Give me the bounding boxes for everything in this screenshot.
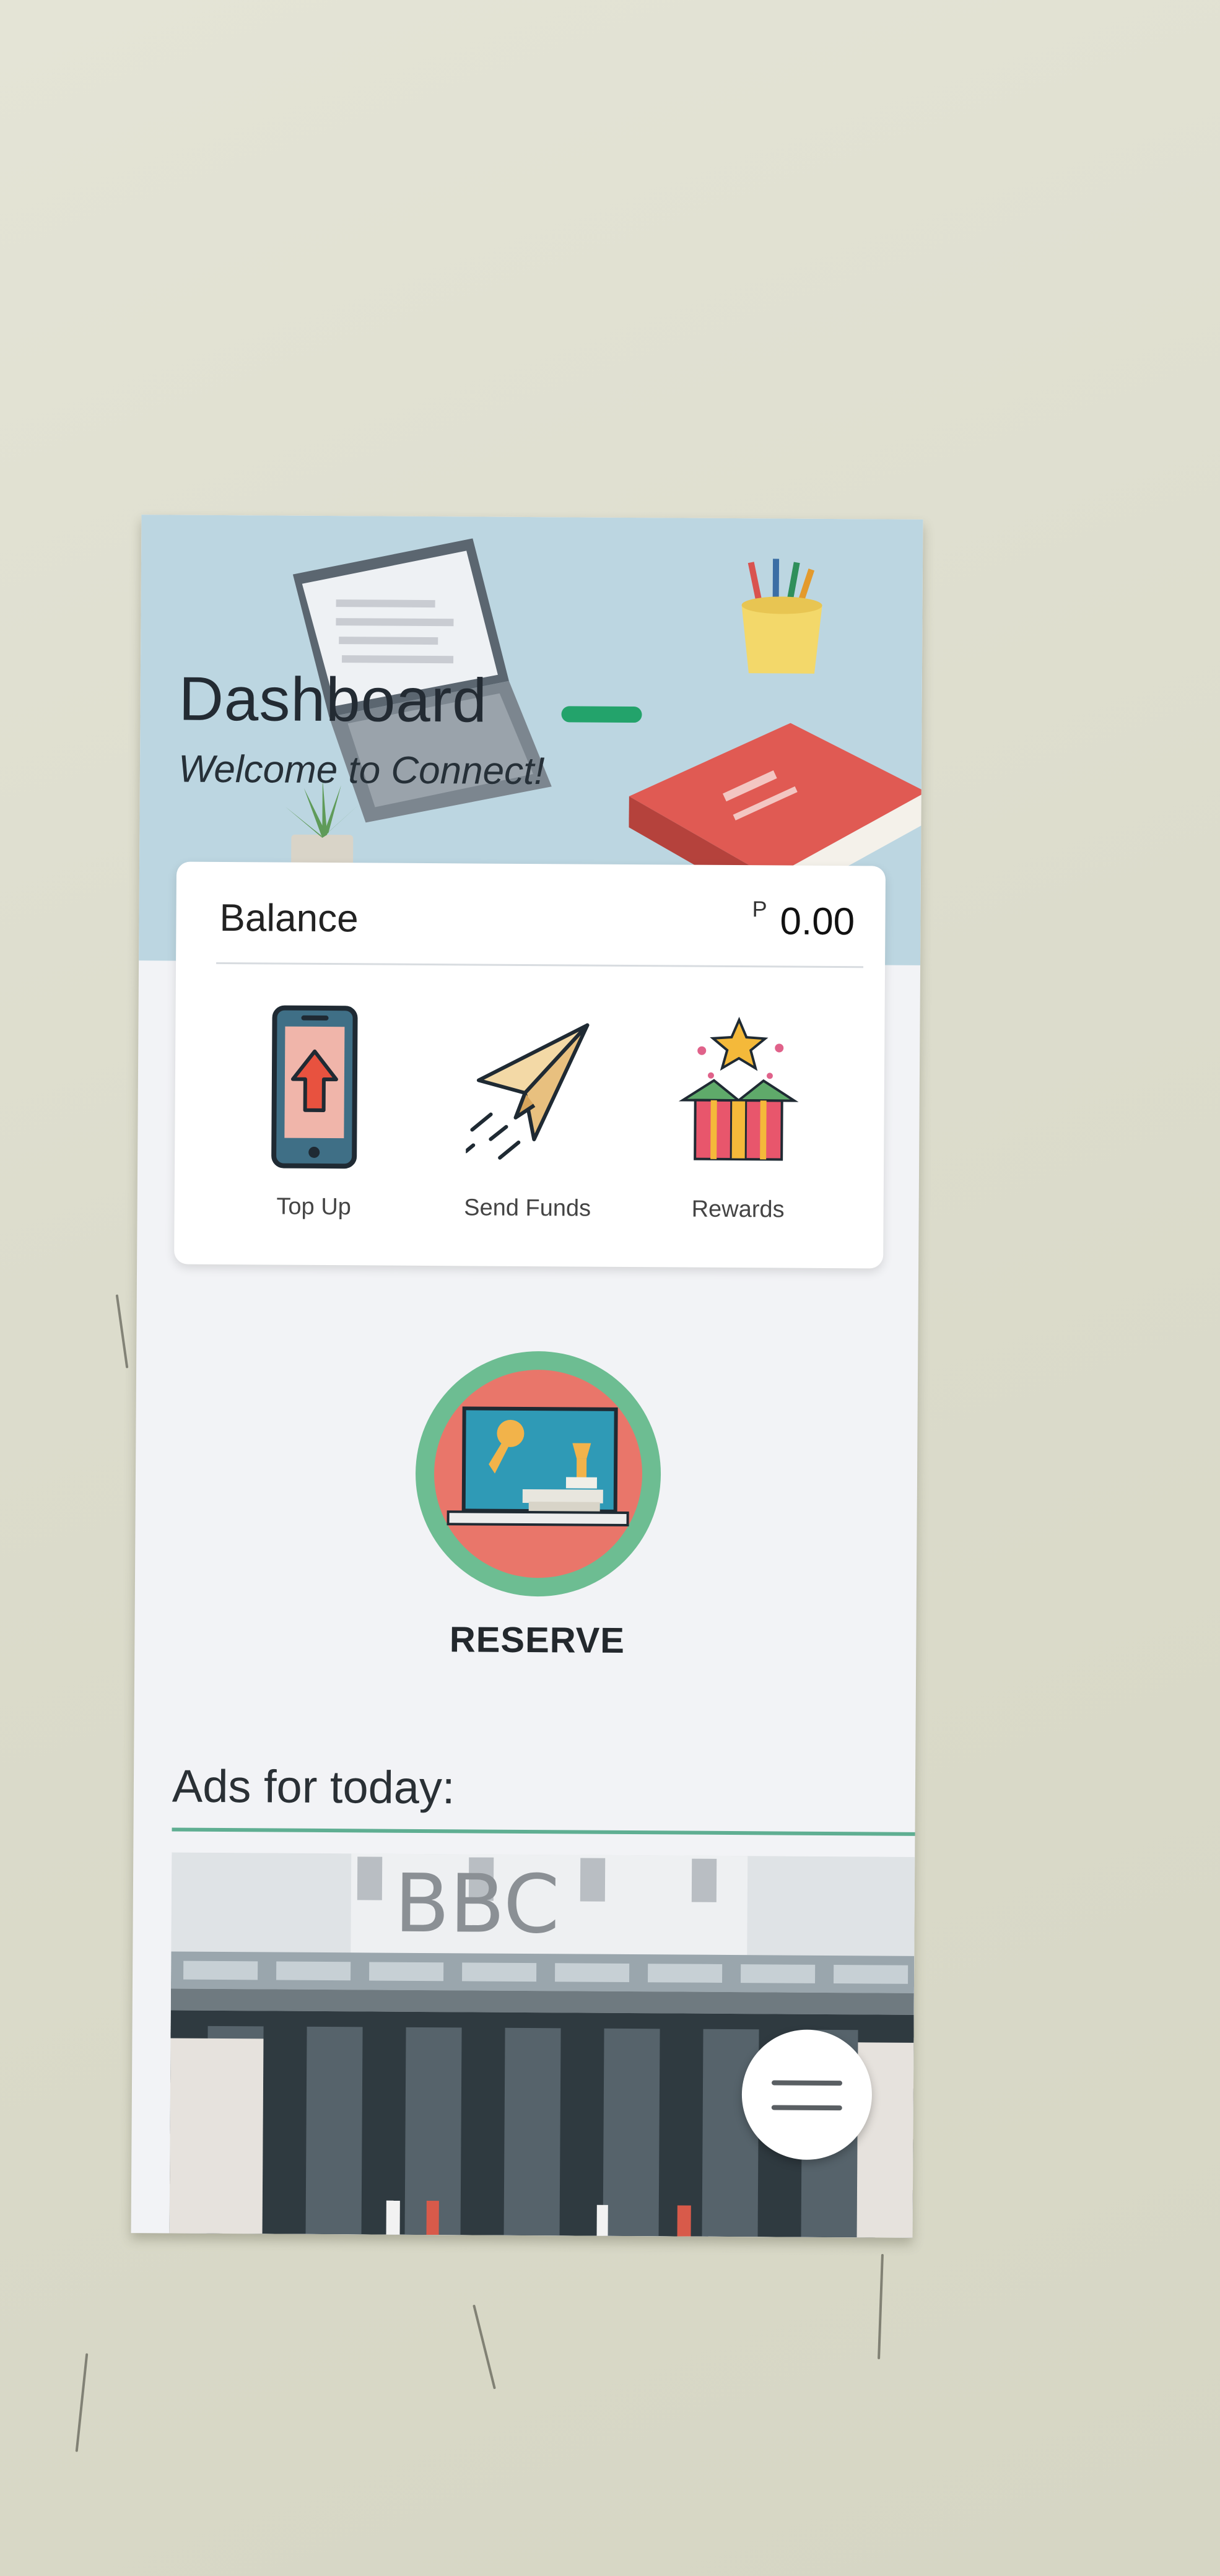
hamburger-menu-button[interactable] — [741, 2029, 873, 2160]
reserve-label[interactable]: RESERVE — [382, 1619, 692, 1662]
top-up-label: Top Up — [276, 1193, 351, 1221]
ads-section-title: Ads for today: — [172, 1760, 455, 1814]
top-up-button[interactable]: Top Up — [220, 1004, 407, 1229]
gift-box-icon — [678, 1017, 799, 1161]
reserve-desk-icon[interactable] — [414, 1349, 663, 1598]
send-funds-label: Send Funds — [464, 1194, 591, 1222]
table-crack — [115, 1294, 129, 1368]
paper-plane-icon — [466, 1023, 590, 1160]
card-divider — [216, 962, 864, 968]
table-crack — [473, 2304, 496, 2390]
printed-screen: Dashboard Welcome to Connect! Balance P … — [131, 515, 923, 2238]
balance-card: Balance P 0.00 Top Up Send Funds Rewards — [174, 861, 886, 1269]
hamburger-menu-icon — [772, 2080, 843, 2086]
table-crack — [75, 2353, 89, 2452]
ads-divider — [172, 1827, 915, 1836]
rewards-button[interactable]: Rewards — [645, 1007, 832, 1231]
balance-label: Balance — [219, 896, 359, 941]
send-funds-button[interactable]: Send Funds — [434, 1006, 621, 1230]
rewards-label: Rewards — [691, 1196, 785, 1223]
hamburger-menu-icon — [771, 2105, 842, 2111]
phone-upload-icon — [271, 1005, 358, 1169]
pencil-cup-illustration — [741, 559, 822, 674]
page-subtitle: Welcome to Connect! — [178, 747, 545, 793]
table-crack — [878, 2253, 884, 2360]
ad-banner-text: BBC — [394, 1856, 560, 1952]
balance-currency: P — [752, 896, 767, 922]
balance-amount: 0.00 — [780, 900, 855, 944]
title-accent-bar — [561, 706, 642, 723]
page-title: Dashboard — [178, 664, 488, 736]
